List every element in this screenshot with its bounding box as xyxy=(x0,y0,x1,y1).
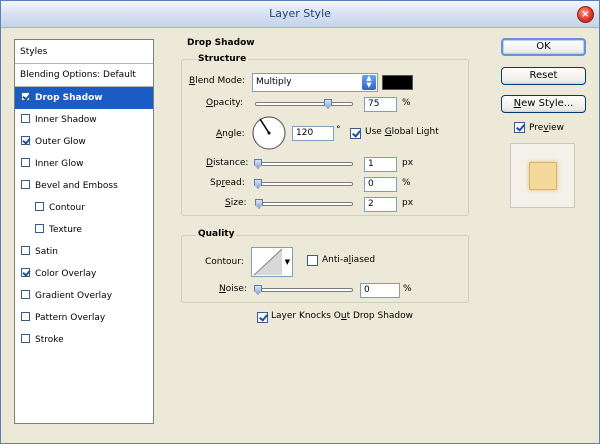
style-checkbox-inner-glow[interactable] xyxy=(21,158,30,167)
style-item-label: Contour xyxy=(49,203,85,213)
contour-picker[interactable]: ▼ xyxy=(251,247,293,277)
noise-slider[interactable] xyxy=(254,285,353,295)
style-item-contour[interactable]: Contour xyxy=(15,197,153,219)
style-checkbox-bevel-and-emboss[interactable] xyxy=(21,180,30,189)
new-style-button[interactable]: New Style... xyxy=(501,95,586,113)
size-label: Size: xyxy=(225,198,247,208)
structure-title: Structure xyxy=(196,54,249,64)
size-slider[interactable] xyxy=(255,199,353,209)
size-unit: px xyxy=(402,198,414,208)
angle-dial[interactable] xyxy=(251,115,287,151)
contour-label: Contour: xyxy=(205,257,244,267)
style-item-label: Outer Glow xyxy=(35,137,86,147)
spread-slider[interactable] xyxy=(254,179,353,189)
style-item-label: Gradient Overlay xyxy=(35,291,113,301)
layer-knocks-out-checkbox[interactable] xyxy=(257,312,268,323)
style-item-drop-shadow[interactable]: Drop Shadow xyxy=(15,87,153,109)
contour-curve-icon xyxy=(253,248,283,276)
noise-label: Noise: xyxy=(219,284,247,294)
blend-mode-value: Multiply xyxy=(256,77,292,87)
layer-knocks-out-label: Layer Knocks Out Drop Shadow xyxy=(271,311,414,321)
preview-checkbox[interactable] xyxy=(514,122,525,133)
styles-list: Styles Blending Options: Default Drop Sh… xyxy=(14,39,154,424)
style-checkbox-outer-glow[interactable] xyxy=(21,136,30,145)
ok-button[interactable]: OK xyxy=(501,38,586,56)
blending-options-item[interactable]: Blending Options: Default xyxy=(15,64,153,87)
style-checkbox-stroke[interactable] xyxy=(21,334,30,343)
style-item-label: Color Overlay xyxy=(35,269,97,279)
preview-label: Preview xyxy=(529,123,565,133)
opacity-label: Opacity: xyxy=(206,98,244,108)
preview-swatch xyxy=(529,162,557,190)
dialog-title: Layer Style xyxy=(269,7,331,20)
style-item-stroke[interactable]: Stroke xyxy=(15,329,153,351)
style-item-satin[interactable]: Satin xyxy=(15,241,153,263)
reset-button[interactable]: Reset xyxy=(501,67,586,85)
style-item-texture[interactable]: Texture xyxy=(15,219,153,241)
section-title: Drop Shadow xyxy=(187,38,255,48)
style-item-bevel-and-emboss[interactable]: Bevel and Emboss xyxy=(15,175,153,197)
style-item-label: Pattern Overlay xyxy=(35,313,106,323)
layer-style-dialog: Layer Style × Styles Blending Options: D… xyxy=(0,0,600,444)
distance-label: Distance: xyxy=(206,158,249,168)
updown-arrow-icon: ▲ ▼ xyxy=(362,75,376,90)
use-global-light-checkbox[interactable] xyxy=(350,128,361,139)
quality-title: Quality xyxy=(196,229,237,239)
style-item-label: Inner Glow xyxy=(35,159,84,169)
dropdown-arrow-icon: ▼ xyxy=(284,258,290,266)
opacity-unit: % xyxy=(402,98,411,108)
close-button[interactable]: × xyxy=(577,6,594,23)
distance-input[interactable]: 1 xyxy=(364,157,397,172)
angle-unit: ° xyxy=(336,125,341,135)
angle-input[interactable]: 120 xyxy=(292,126,334,141)
style-checkbox-gradient-overlay[interactable] xyxy=(21,290,30,299)
noise-input[interactable]: 0 xyxy=(360,283,400,298)
style-item-label: Satin xyxy=(35,247,58,257)
anti-aliased-checkbox[interactable] xyxy=(307,255,318,266)
style-item-inner-shadow[interactable]: Inner Shadow xyxy=(15,109,153,131)
anti-aliased-label: Anti-aliased xyxy=(322,255,376,265)
style-item-label: Stroke xyxy=(35,335,64,345)
style-item-label: Bevel and Emboss xyxy=(35,181,118,191)
style-item-inner-glow[interactable]: Inner Glow xyxy=(15,153,153,175)
preview-thumbnail xyxy=(510,143,575,208)
style-item-label: Texture xyxy=(49,225,82,235)
style-checkbox-texture[interactable] xyxy=(35,224,44,233)
style-item-label: Inner Shadow xyxy=(35,115,97,125)
shadow-color-swatch[interactable] xyxy=(382,75,413,90)
spread-input[interactable]: 0 xyxy=(364,177,397,192)
style-checkbox-pattern-overlay[interactable] xyxy=(21,312,30,321)
spread-unit: % xyxy=(402,178,411,188)
blend-mode-select[interactable]: Multiply ▲ ▼ xyxy=(252,73,378,92)
opacity-input[interactable]: 75 xyxy=(364,97,397,112)
size-input[interactable]: 2 xyxy=(364,197,397,212)
spread-label: Spread: xyxy=(210,178,245,188)
style-checkbox-contour[interactable] xyxy=(35,202,44,211)
distance-unit: px xyxy=(402,158,414,168)
angle-label: Angle: xyxy=(216,129,245,139)
styles-header[interactable]: Styles xyxy=(15,40,153,64)
style-item-gradient-overlay[interactable]: Gradient Overlay xyxy=(15,285,153,307)
title-bar: Layer Style × xyxy=(1,1,599,28)
style-item-outer-glow[interactable]: Outer Glow xyxy=(15,131,153,153)
opacity-slider[interactable] xyxy=(255,99,353,109)
use-global-light-label: Use Global Light xyxy=(365,127,439,137)
style-item-pattern-overlay[interactable]: Pattern Overlay xyxy=(15,307,153,329)
blend-mode-label: Blend Mode: xyxy=(189,76,246,86)
noise-unit: % xyxy=(403,284,412,294)
style-checkbox-satin[interactable] xyxy=(21,246,30,255)
style-item-label: Drop Shadow xyxy=(35,93,103,103)
style-checkbox-drop-shadow[interactable] xyxy=(21,92,30,101)
style-item-color-overlay[interactable]: Color Overlay xyxy=(15,263,153,285)
style-checkbox-color-overlay[interactable] xyxy=(21,268,30,277)
distance-slider[interactable] xyxy=(254,159,353,169)
style-checkbox-inner-shadow[interactable] xyxy=(21,114,30,123)
